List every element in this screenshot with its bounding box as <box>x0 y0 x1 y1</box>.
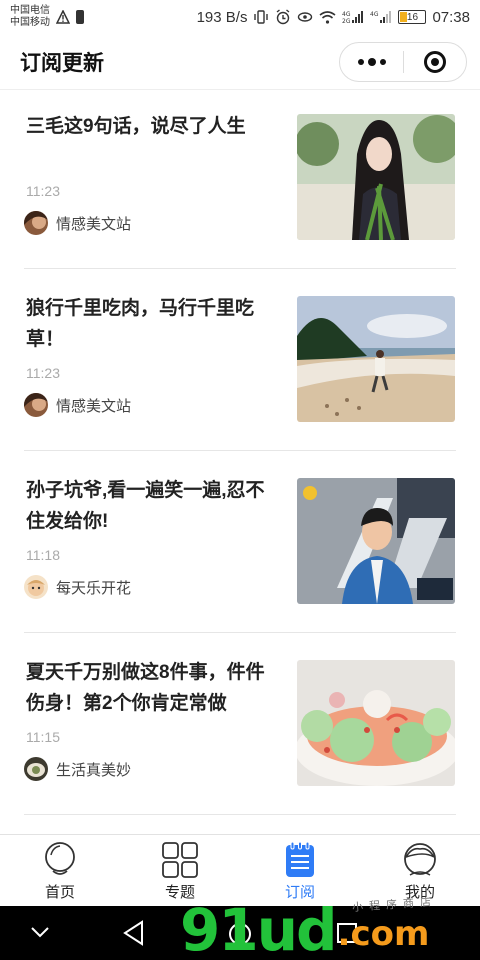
svg-text:4G: 4G <box>370 11 379 18</box>
svg-text:2G: 2G <box>342 18 351 24</box>
battery-level: 16 <box>406 11 419 23</box>
collapse-icon[interactable] <box>30 924 50 940</box>
watermark-main: 91ud <box>180 896 338 960</box>
close-circle-icon <box>423 51 446 73</box>
miniprogram-capsule <box>339 42 467 82</box>
carrier-1: 中国电信 <box>10 5 50 16</box>
article-item[interactable]: 狼行千里吃肉，马行千里吃草！ 11:23 情感美文站 <box>24 269 456 451</box>
article-title: 孙子坑爷,看一遍笑一遍,忍不住发给你! <box>26 480 265 532</box>
carrier-names: 中国电信 中国移动 <box>10 5 50 29</box>
avatar <box>24 393 48 417</box>
article-title: 夏天千万别做这8件事，件件伤身！第2个你肯定常做 <box>26 662 265 714</box>
article-title: 狼行千里吃肉，马行千里吃草！ <box>26 298 255 350</box>
network-speed: 193 B/s <box>196 8 248 26</box>
article-thumbnail <box>297 114 455 240</box>
watermark-tld: .com <box>337 914 430 954</box>
back-icon[interactable] <box>122 920 146 946</box>
close-button[interactable] <box>404 43 466 81</box>
eye-icon <box>298 12 313 22</box>
article-title: 三毛这9句话，说尽了人生 <box>26 116 246 137</box>
article-item[interactable]: 夏天千万别做这8件事，件件伤身！第2个你肯定常做 11:15 生活真美妙 <box>24 633 456 815</box>
tab-label: 首页 <box>44 884 75 901</box>
signal-icon-2: 4G <box>370 11 392 23</box>
article-time: 11:23 <box>26 365 60 381</box>
author-name: 每天乐开花 <box>56 579 132 597</box>
battery-icon: 16 <box>398 10 427 24</box>
header: 订阅更新 <box>0 34 480 90</box>
page-title: 订阅更新 <box>20 51 104 75</box>
article-author: 情感美文站 <box>24 211 131 235</box>
notepad-icon <box>286 841 314 877</box>
article-time: 11:23 <box>26 183 60 199</box>
article-author: 生活真美妙 <box>24 757 131 781</box>
vibrate-icon <box>254 10 269 24</box>
tab-home[interactable]: 首页 <box>0 835 120 906</box>
storage-icon <box>76 10 84 24</box>
article-time: 11:18 <box>26 547 60 563</box>
profile-icon <box>404 843 436 876</box>
article-time: 11:15 <box>26 729 60 745</box>
more-dot-icon <box>357 59 364 65</box>
article-item[interactable]: 孙子坑爷,看一遍笑一遍,忍不住发给你! 11:18 每天乐开花 <box>24 451 456 633</box>
avatar <box>24 757 48 781</box>
article-author: 每天乐开花 <box>24 575 131 599</box>
more-button[interactable] <box>340 43 403 81</box>
clock: 07:38 <box>432 8 470 26</box>
carrier-2: 中国移动 <box>10 17 50 28</box>
avatar <box>24 211 48 235</box>
home-icon <box>45 842 75 875</box>
wifi-icon <box>319 11 336 24</box>
more-dot-icon <box>379 59 386 65</box>
avatar <box>24 575 48 599</box>
warning-icon <box>56 10 70 24</box>
article-thumbnail <box>297 296 455 422</box>
article-item[interactable]: 三毛这9句话，说尽了人生 11:23 情感美文站 <box>24 87 456 269</box>
author-name: 情感美文站 <box>56 215 132 233</box>
article-thumbnail <box>297 478 455 604</box>
author-name: 生活真美妙 <box>56 761 132 779</box>
svg-text:4G: 4G <box>342 11 351 18</box>
article-thumbnail <box>297 660 455 786</box>
more-dot-icon <box>367 58 376 66</box>
signal-icon-1: 4G2G <box>342 11 364 24</box>
alarm-icon <box>277 9 290 25</box>
status-bar: 中国电信 中国移动 193 B/s 4G 2G 4G 16 07:38 <box>0 0 480 34</box>
grid-icon <box>162 842 198 878</box>
article-author: 情感美文站 <box>24 393 131 417</box>
author-name: 情感美文站 <box>56 397 132 415</box>
